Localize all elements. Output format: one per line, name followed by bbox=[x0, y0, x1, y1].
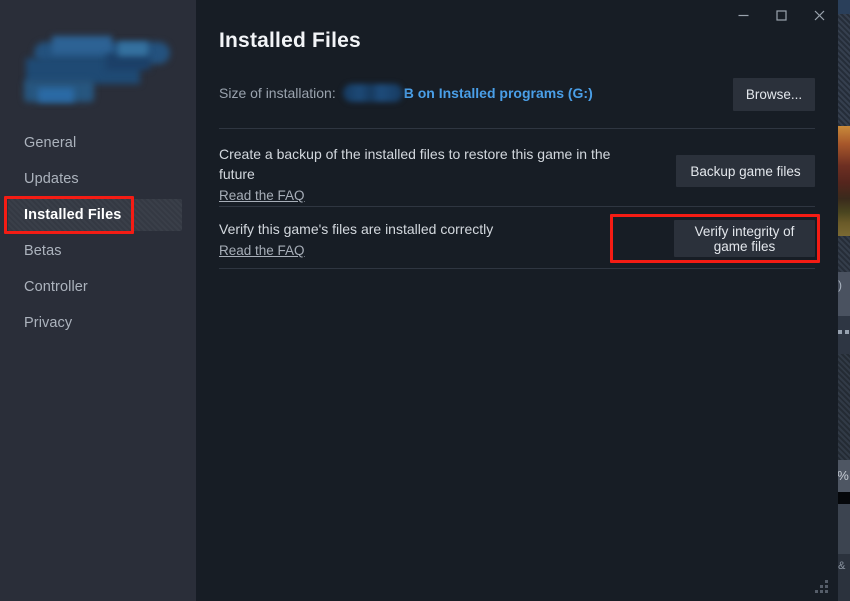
maximize-button[interactable] bbox=[762, 0, 800, 30]
grip-dot bbox=[825, 580, 828, 583]
browse-button[interactable]: Browse... bbox=[733, 78, 815, 111]
sidebar-item-updates[interactable]: Updates bbox=[0, 163, 196, 195]
window-controls bbox=[724, 0, 838, 30]
bg-noise-strip bbox=[836, 14, 850, 126]
bg-paren-glyph: ) bbox=[838, 278, 842, 292]
game-properties-dialog: General Updates Installed Files Betas Co… bbox=[0, 0, 838, 601]
sidebar-item-label: Betas bbox=[24, 243, 62, 259]
sidebar: General Updates Installed Files Betas Co… bbox=[0, 0, 196, 601]
background-window-sliver: ) % & bbox=[836, 0, 850, 601]
backup-description-block: Create a backup of the installed files t… bbox=[219, 144, 639, 206]
bg-panel-lower bbox=[836, 504, 850, 554]
bg-amp-label: & bbox=[838, 560, 845, 572]
installation-size-redacted bbox=[343, 84, 403, 102]
sidebar-item-controller[interactable]: Controller bbox=[0, 271, 196, 303]
section-divider bbox=[219, 268, 815, 269]
sidebar-item-privacy[interactable]: Privacy bbox=[0, 307, 196, 339]
grip-dot bbox=[825, 590, 828, 593]
backup-description: Create a backup of the installed files t… bbox=[219, 146, 610, 182]
grip-dot bbox=[820, 590, 823, 593]
minimize-icon bbox=[737, 9, 750, 22]
sidebar-item-label: Updates bbox=[24, 171, 79, 187]
close-icon bbox=[813, 9, 826, 22]
sidebar-item-installed-files[interactable]: Installed Files bbox=[0, 199, 196, 231]
minimize-button[interactable] bbox=[724, 0, 762, 30]
bg-noise-strip-3 bbox=[836, 354, 850, 460]
grip-dot bbox=[815, 590, 818, 593]
bg-black-bar bbox=[836, 492, 850, 504]
bg-dot-b bbox=[845, 330, 849, 334]
grip-dot bbox=[825, 585, 828, 588]
verify-description-block: Verify this game's files are installed c… bbox=[219, 219, 639, 261]
main-content-panel: Installed Files Size of installation: B … bbox=[196, 0, 838, 601]
section-divider bbox=[219, 206, 815, 207]
backup-game-files-button[interactable]: Backup game files bbox=[676, 155, 815, 187]
verify-integrity-button[interactable]: Verify integrity of game files bbox=[674, 220, 815, 257]
bg-dot-a bbox=[838, 330, 842, 334]
sidebar-item-label: Controller bbox=[24, 279, 88, 295]
verify-description: Verify this game's files are installed c… bbox=[219, 221, 493, 237]
bg-panel-upper: ) bbox=[836, 272, 850, 316]
installation-size-label: Size of installation: bbox=[219, 85, 336, 101]
page-title: Installed Files bbox=[219, 29, 361, 53]
redaction-blur bbox=[343, 84, 403, 102]
bg-titlebar-strip bbox=[836, 0, 850, 14]
verify-faq-link[interactable]: Read the FAQ bbox=[219, 241, 305, 261]
logo-blur-shape bbox=[106, 54, 150, 70]
logo-blur-shape bbox=[38, 88, 74, 102]
sidebar-item-label: Installed Files bbox=[24, 207, 121, 223]
sidebar-item-general[interactable]: General bbox=[0, 127, 196, 159]
sidebar-item-label: General bbox=[24, 135, 76, 151]
section-divider bbox=[219, 128, 815, 129]
resize-grip[interactable] bbox=[814, 577, 830, 593]
game-logo-blurred bbox=[22, 32, 170, 106]
sidebar-item-betas[interactable]: Betas bbox=[0, 235, 196, 267]
sidebar-item-label: Privacy bbox=[24, 315, 72, 331]
bg-percent-label: % bbox=[836, 460, 850, 492]
bg-panel-middle bbox=[836, 316, 850, 354]
bg-noise-strip-2 bbox=[836, 236, 850, 272]
grip-dot bbox=[820, 585, 823, 588]
maximize-icon bbox=[775, 9, 788, 22]
installation-size-value: B on Installed programs (G:) bbox=[404, 85, 593, 101]
installation-size-row: Size of installation: B on Installed pro… bbox=[219, 84, 593, 102]
bg-game-artwork bbox=[836, 126, 850, 236]
backup-faq-link[interactable]: Read the FAQ bbox=[219, 186, 305, 206]
close-button[interactable] bbox=[800, 0, 838, 30]
logo-blur-shape bbox=[52, 36, 112, 54]
logo-blur-shape bbox=[118, 42, 148, 56]
